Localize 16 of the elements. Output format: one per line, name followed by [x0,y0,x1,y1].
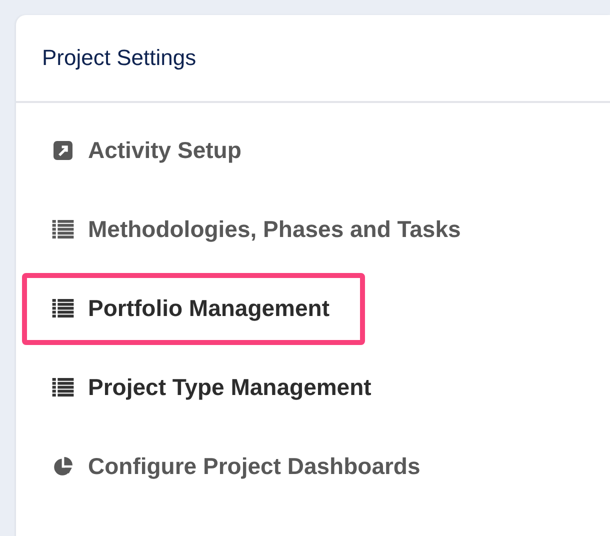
highlighted-menu-item[interactable]: Portfolio Management [22,272,365,344]
menu-item[interactable]: Activity Setup [22,114,276,186]
panel-title: Project Settings [42,45,196,71]
menu-item[interactable]: Configure Project Dashboards [22,430,456,502]
menu-item[interactable]: Project Type Management [22,352,406,424]
menu-label: Activity Setup [88,137,242,164]
menu-item[interactable]: Methodologies, Phases and Tasks [22,194,496,266]
pie-chart-icon [52,457,74,476]
menu-label: Methodologies, Phases and Tasks [88,216,461,243]
list-icon [52,378,74,397]
external-link-icon [52,141,74,160]
menu-label: Portfolio Management [88,295,330,322]
list-icon [52,299,74,318]
menu-label: Project Type Management [88,374,372,401]
list-icon [52,220,74,239]
menu-label: Configure Project Dashboards [88,453,420,480]
